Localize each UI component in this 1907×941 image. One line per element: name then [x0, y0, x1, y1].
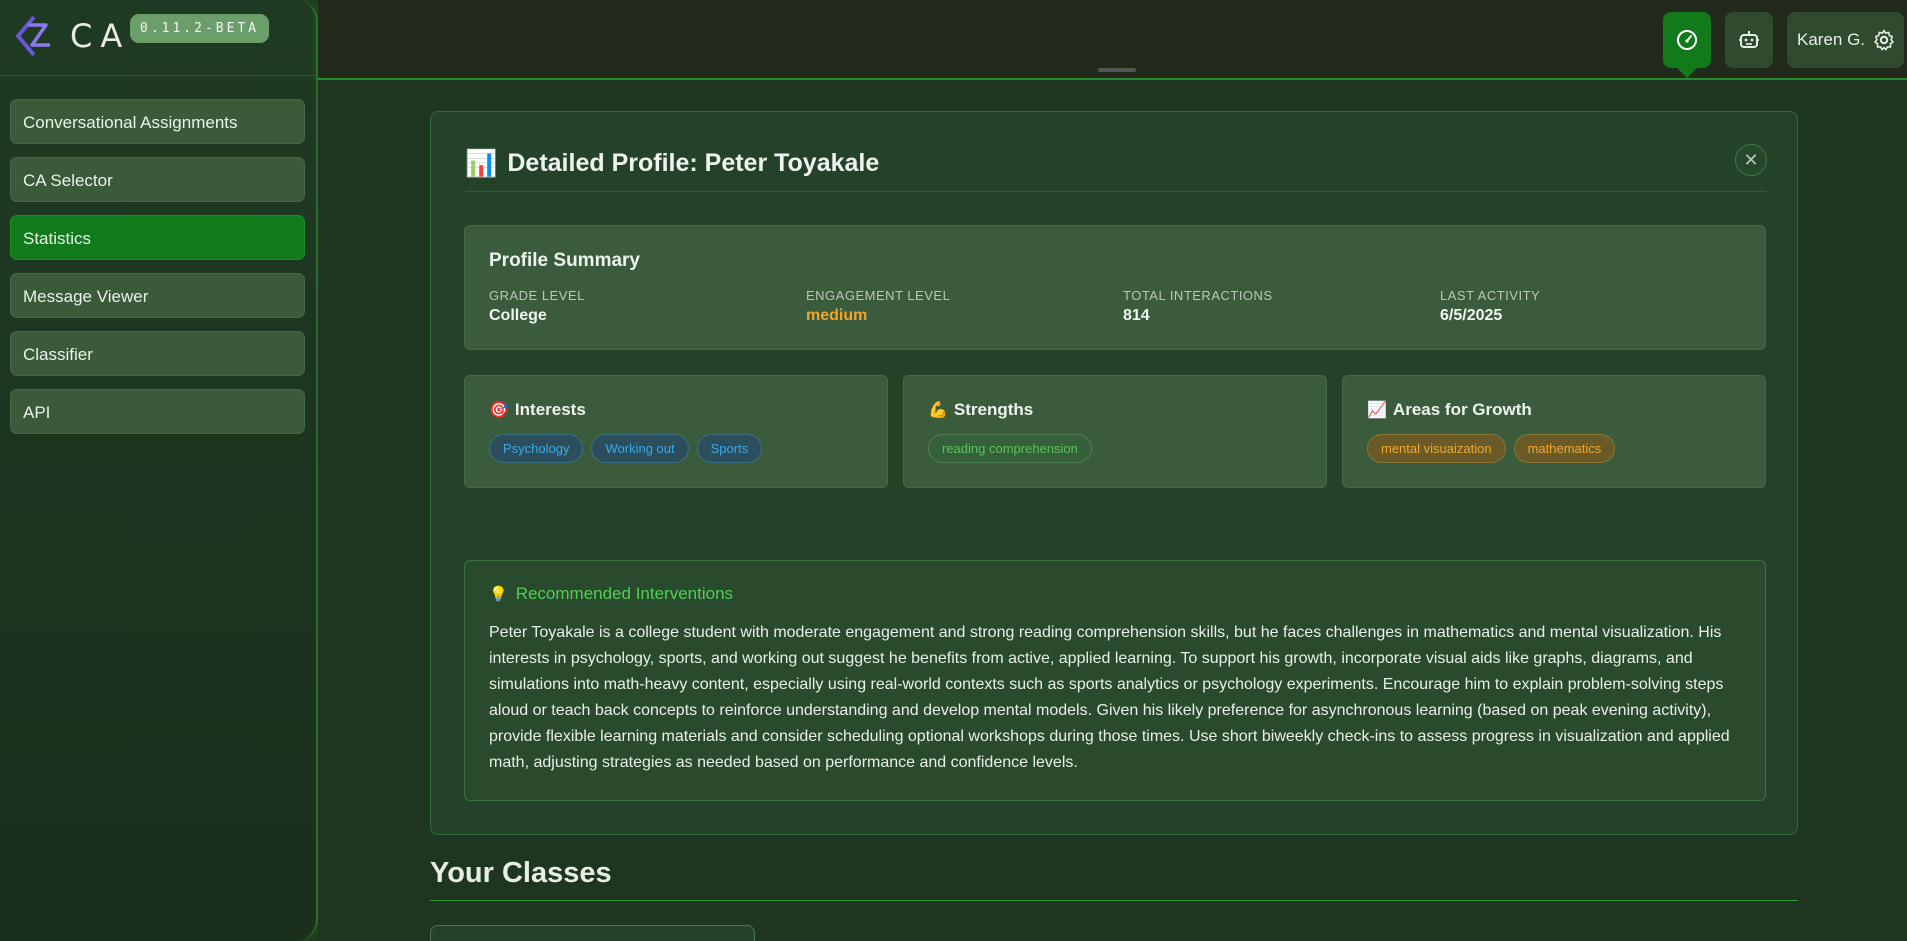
brand[interactable]: CA	[14, 14, 130, 58]
strengths-title: 💪 Strengths	[928, 400, 1033, 420]
interventions-text: Peter Toyakale is a college student with…	[489, 624, 1730, 771]
trait-title-label: Areas for Growth	[1392, 400, 1532, 419]
interventions-title: 💡 Recommended Interventions	[489, 584, 733, 604]
flexed-biceps-icon: 💪	[928, 402, 948, 419]
close-button[interactable]: ✕	[1735, 144, 1767, 176]
profile-summary: Profile Summary GRADE LEVEL College ENGA…	[464, 225, 1766, 350]
user-menu-button[interactable]: Karen G.	[1787, 12, 1904, 68]
summary-value: medium	[806, 307, 868, 324]
summary-label: ENGAGEMENT LEVEL	[806, 288, 951, 303]
summary-label: GRADE LEVEL	[489, 288, 585, 303]
sidebar-item-label: Statistics	[23, 229, 92, 248]
sidebar: CA 0.11.2-BETA Conversational Assignment…	[0, 0, 318, 941]
interventions-title-label: Recommended Interventions	[515, 584, 734, 603]
classes-divider	[430, 900, 1798, 901]
main-content: 📊 Detailed Profile: Peter Toyakale ✕ Pro…	[318, 80, 1907, 941]
chart-increasing-icon: 📈	[1367, 402, 1387, 419]
strengths-card: 💪 Strengths reading comprehension	[903, 375, 1327, 488]
trait-title-label: Strengths	[953, 400, 1034, 419]
summary-total-interactions: TOTAL INTERACTIONS 814	[1123, 288, 1423, 325]
sidebar-item-ca-selector[interactable]: CA Selector	[10, 157, 305, 202]
interest-tag: Sports	[696, 434, 763, 463]
robot-icon	[1739, 31, 1759, 48]
close-icon: ✕	[1743, 150, 1759, 170]
strength-tag: reading comprehension	[928, 434, 1092, 463]
growth-tag: mathematics	[1513, 434, 1616, 463]
sidebar-item-label: Conversational Assignments	[23, 113, 238, 132]
target-icon: 🎯	[489, 402, 509, 419]
sidebar-nav: Conversational Assignments CA Selector S…	[10, 99, 305, 447]
summary-title: Profile Summary	[489, 250, 640, 271]
detailed-profile-card: 📊 Detailed Profile: Peter Toyakale ✕ Pro…	[430, 111, 1798, 835]
interest-tag: Psychology	[489, 434, 584, 463]
top-bar: Karen G.	[318, 0, 1907, 80]
sidebar-divider	[0, 75, 316, 76]
summary-label: TOTAL INTERACTIONS	[1123, 288, 1273, 303]
sidebar-item-message-viewer[interactable]: Message Viewer	[10, 273, 305, 318]
growth-tags: mental visuaization mathematics	[1367, 434, 1623, 463]
assistant-button[interactable]	[1725, 12, 1773, 68]
drag-handle[interactable]	[1098, 68, 1136, 72]
bar-chart-icon: 📊	[465, 148, 498, 178]
growth-tag: mental visuaization	[1367, 434, 1506, 463]
light-bulb-icon: 💡	[489, 586, 508, 603]
sidebar-item-classifier[interactable]: Classifier	[10, 331, 305, 376]
brand-name: CA	[70, 17, 131, 55]
summary-value: College	[489, 307, 547, 324]
recommended-interventions: 💡 Recommended Interventions Peter Toyaka…	[464, 560, 1766, 801]
sidebar-item-conversational-assignments[interactable]: Conversational Assignments	[10, 99, 305, 144]
sidebar-item-api[interactable]: API	[10, 389, 305, 434]
interests-card: 🎯 Interests Psychology Working out Sport…	[464, 375, 888, 488]
summary-label: LAST ACTIVITY	[1440, 288, 1541, 303]
growth-card: 📈 Areas for Growth mental visuaization m…	[1342, 375, 1766, 488]
sidebar-item-statistics[interactable]: Statistics	[10, 215, 305, 260]
strength-tags: reading comprehension	[928, 434, 1100, 463]
interest-tags: Psychology Working out Sports	[489, 434, 770, 463]
sidebar-item-label: API	[23, 403, 51, 422]
trait-title-label: Interests	[514, 400, 586, 419]
ca-logo-icon	[16, 15, 50, 57]
dashboard-icon	[1677, 30, 1697, 50]
sidebar-item-label: Message Viewer	[23, 287, 149, 306]
sidebar-item-label: Classifier	[23, 345, 93, 364]
interest-tag: Working out	[591, 434, 689, 463]
summary-value: 6/5/2025	[1440, 307, 1503, 324]
app-root: CA 0.11.2-BETA Conversational Assignment…	[0, 0, 1907, 941]
sidebar-item-label: CA Selector	[23, 171, 113, 190]
class-card[interactable]	[430, 925, 755, 941]
gear-icon[interactable]	[1872, 28, 1896, 52]
version-badge: 0.11.2-BETA	[130, 14, 270, 43]
user-name: Karen G.	[1797, 30, 1866, 49]
interests-title: 🎯 Interests	[489, 400, 586, 420]
summary-grade-level: GRADE LEVEL College	[489, 288, 789, 325]
profile-header: 📊 Detailed Profile: Peter Toyakale	[465, 148, 879, 179]
your-classes-heading: Your Classes	[430, 857, 612, 889]
summary-engagement-level: ENGAGEMENT LEVEL medium	[806, 288, 1106, 325]
profile-title: Detailed Profile: Peter Toyakale	[507, 149, 880, 177]
growth-title: 📈 Areas for Growth	[1367, 400, 1532, 420]
summary-value: 814	[1123, 307, 1150, 324]
summary-last-activity: LAST ACTIVITY 6/5/2025	[1440, 288, 1740, 325]
header-divider	[465, 191, 1767, 192]
dashboard-button[interactable]	[1663, 12, 1711, 78]
